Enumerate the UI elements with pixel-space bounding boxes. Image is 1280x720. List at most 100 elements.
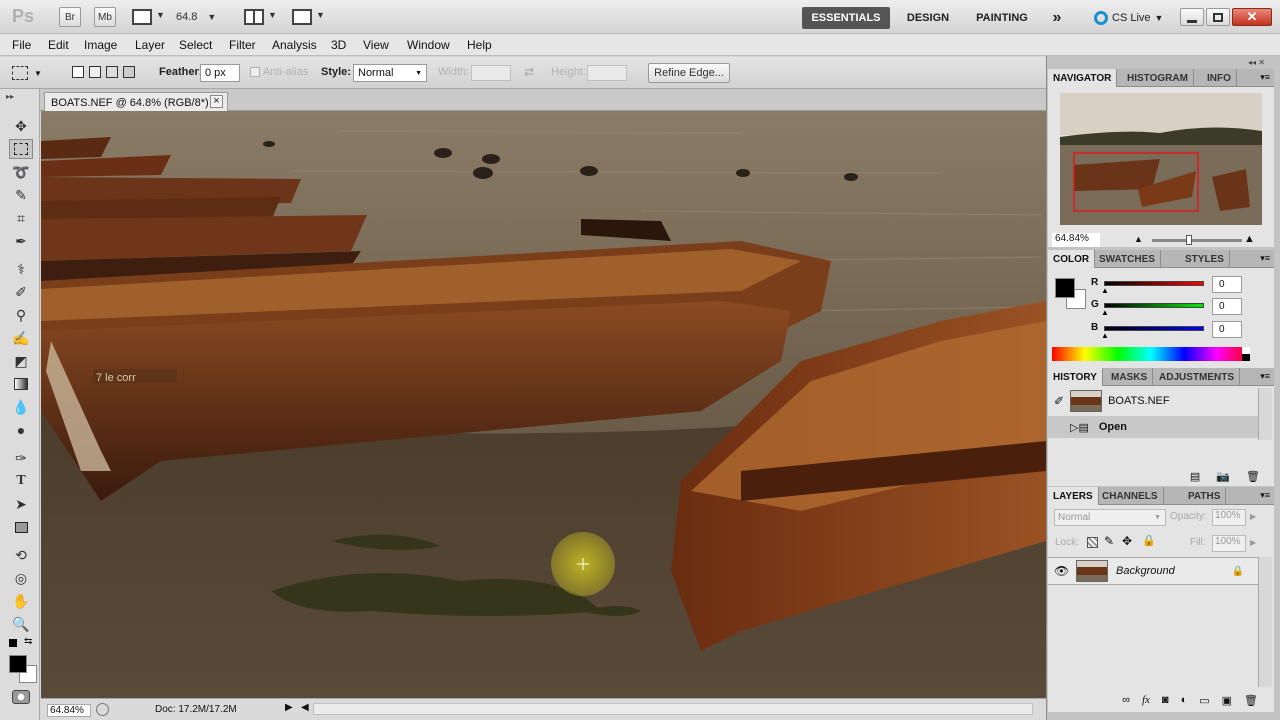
- new-snapshot-icon[interactable]: 📷: [1216, 470, 1230, 483]
- 3d-orbit-tool-icon[interactable]: ◎: [9, 568, 33, 588]
- image-canvas[interactable]: 7 le corr: [41, 111, 1046, 698]
- eyedropper-tool-icon[interactable]: ✒: [9, 231, 33, 251]
- layer-row-background[interactable]: 👁 Background 🔒: [1048, 557, 1258, 585]
- tab-history[interactable]: HISTORY: [1048, 368, 1103, 386]
- blue-value-input[interactable]: 0: [1212, 321, 1242, 338]
- lock-image-icon[interactable]: ✎: [1104, 534, 1114, 548]
- red-slider[interactable]: [1104, 281, 1204, 286]
- tool-preset-picker[interactable]: ▼: [12, 63, 54, 83]
- crop-tool-icon[interactable]: ⌗: [9, 208, 33, 228]
- new-document-from-state-icon[interactable]: ▤: [1190, 470, 1200, 483]
- panel-menu-icon[interactable]: ▾≡: [1260, 490, 1270, 501]
- add-layer-mask-icon[interactable]: ◙: [1162, 694, 1169, 706]
- tab-adjustments[interactable]: ADJUSTMENTS: [1154, 368, 1241, 386]
- delete-state-icon[interactable]: 🗑: [1246, 470, 1260, 483]
- lasso-tool-icon[interactable]: ➰: [9, 162, 33, 182]
- history-brush-source-icon[interactable]: ✐: [1054, 394, 1064, 408]
- gradient-tool-icon[interactable]: [9, 374, 33, 394]
- menu-image[interactable]: Image: [84, 38, 117, 52]
- new-group-icon[interactable]: ▭: [1199, 694, 1209, 707]
- subtract-from-selection-icon[interactable]: [106, 66, 118, 78]
- new-selection-icon[interactable]: [72, 66, 84, 78]
- history-snapshot-row[interactable]: ✐ BOATS.NEF: [1048, 388, 1258, 414]
- blue-slider[interactable]: [1104, 326, 1204, 331]
- red-value-input[interactable]: 0: [1212, 276, 1242, 293]
- cs-live-menu[interactable]: CS Live ▼: [1094, 9, 1163, 27]
- tab-styles[interactable]: STYLES: [1180, 250, 1230, 268]
- dodge-tool-icon[interactable]: ●: [9, 420, 33, 440]
- brush-tool-icon[interactable]: ✐: [9, 282, 33, 302]
- blend-mode-select[interactable]: Normal ▼: [1054, 509, 1166, 526]
- intersect-selection-icon[interactable]: [123, 66, 135, 78]
- 3d-rotate-tool-icon[interactable]: ⟲: [9, 545, 33, 565]
- tab-masks[interactable]: MASKS: [1106, 368, 1154, 386]
- anti-alias-checkbox[interactable]: [250, 67, 260, 77]
- quick-mask-icon[interactable]: [12, 690, 30, 704]
- zoom-in-icon[interactable]: ▲: [1244, 233, 1255, 245]
- workspace-design[interactable]: DESIGN: [898, 7, 958, 29]
- view-extras-icon[interactable]: [132, 9, 152, 25]
- panel-menu-icon[interactable]: ▾≡: [1260, 72, 1270, 83]
- fill-input[interactable]: 100%: [1212, 535, 1246, 552]
- foreground-color-swatch[interactable]: [9, 655, 27, 673]
- default-colors-icon[interactable]: [9, 639, 17, 647]
- tab-swatches[interactable]: SWATCHES: [1094, 250, 1161, 268]
- bridge-button[interactable]: Br: [59, 7, 81, 27]
- navigator-slider-thumb[interactable]: [1186, 235, 1192, 245]
- menu-select[interactable]: Select: [179, 38, 212, 52]
- menu-filter[interactable]: Filter: [229, 38, 256, 52]
- lock-all-icon[interactable]: 🔒: [1142, 534, 1156, 547]
- tab-paths[interactable]: PATHS: [1183, 487, 1227, 505]
- scroll-left-icon[interactable]: ◀: [301, 702, 309, 713]
- zoom-level-dropdown[interactable]: 64.8 ▼: [176, 8, 230, 26]
- navigator-thumbnail[interactable]: [1060, 93, 1262, 225]
- quick-selection-tool-icon[interactable]: ✎: [9, 185, 33, 205]
- new-layer-icon[interactable]: ▣: [1222, 694, 1232, 707]
- refine-edge-button[interactable]: Refine Edge...: [648, 63, 730, 83]
- tab-channels[interactable]: CHANNELS: [1097, 487, 1164, 505]
- red-slider-thumb[interactable]: ▲: [1101, 286, 1109, 295]
- close-button[interactable]: ✕: [1232, 8, 1272, 26]
- rectangle-tool-icon[interactable]: [9, 517, 33, 537]
- layers-scrollbar[interactable]: [1258, 557, 1272, 687]
- adjustment-layer-icon[interactable]: ◐: [1181, 694, 1188, 706]
- link-layers-icon[interactable]: ∞: [1122, 694, 1130, 706]
- menu-edit[interactable]: Edit: [48, 38, 69, 52]
- status-zoom[interactable]: 64.84%: [47, 704, 91, 717]
- close-tab-icon[interactable]: ×: [210, 95, 223, 108]
- history-step-row[interactable]: ▷▤ Open: [1048, 416, 1258, 438]
- blue-slider-thumb[interactable]: ▲: [1101, 331, 1109, 340]
- hand-tool-icon[interactable]: ✋: [9, 591, 33, 611]
- more-workspaces-icon[interactable]: »: [1046, 7, 1068, 29]
- rectangular-marquee-tool-icon[interactable]: [9, 139, 33, 159]
- path-selection-tool-icon[interactable]: ➤: [9, 494, 33, 514]
- menu-3d[interactable]: 3D: [331, 38, 346, 52]
- panel-menu-icon[interactable]: ▾≡: [1260, 371, 1270, 382]
- tab-color[interactable]: COLOR: [1048, 250, 1096, 268]
- menu-layer[interactable]: Layer: [135, 38, 165, 52]
- clone-stamp-tool-icon[interactable]: ⚲: [9, 305, 33, 325]
- mini-bridge-button[interactable]: Mb: [94, 7, 116, 27]
- lock-position-icon[interactable]: ✥: [1122, 534, 1132, 548]
- layer-visibility-eye-icon[interactable]: 👁: [1054, 564, 1069, 578]
- opacity-chevron-icon[interactable]: ▶: [1250, 512, 1256, 521]
- move-tool-icon[interactable]: ✥: [9, 116, 33, 136]
- blur-tool-icon[interactable]: 💧: [9, 397, 33, 417]
- tab-layers[interactable]: LAYERS: [1048, 487, 1099, 505]
- screen-mode-icon[interactable]: [292, 9, 312, 25]
- layer-name[interactable]: Background: [1116, 565, 1232, 577]
- zoom-out-icon[interactable]: ▲: [1134, 234, 1143, 244]
- foreground-color-chip[interactable]: [1055, 278, 1075, 298]
- eraser-tool-icon[interactable]: ◩: [9, 351, 33, 371]
- add-layer-style-icon[interactable]: fx: [1142, 694, 1150, 706]
- workspace-painting[interactable]: PAINTING: [966, 7, 1038, 29]
- tools-panel-collapse-icon[interactable]: ▸▸: [6, 92, 14, 101]
- add-to-selection-icon[interactable]: [89, 66, 101, 78]
- history-brush-tool-icon[interactable]: ✍: [9, 328, 33, 348]
- tab-histogram[interactable]: HISTOGRAM: [1122, 69, 1194, 87]
- document-tab[interactable]: BOATS.NEF @ 64.8% (RGB/8*) ×: [44, 92, 228, 112]
- spot-healing-tool-icon[interactable]: ⚕: [9, 259, 33, 279]
- zoom-tool-icon[interactable]: 🔍: [9, 614, 33, 634]
- panel-dock-collapse-icon[interactable]: ◂◂ ✕: [1248, 58, 1265, 67]
- menu-window[interactable]: Window: [407, 38, 450, 52]
